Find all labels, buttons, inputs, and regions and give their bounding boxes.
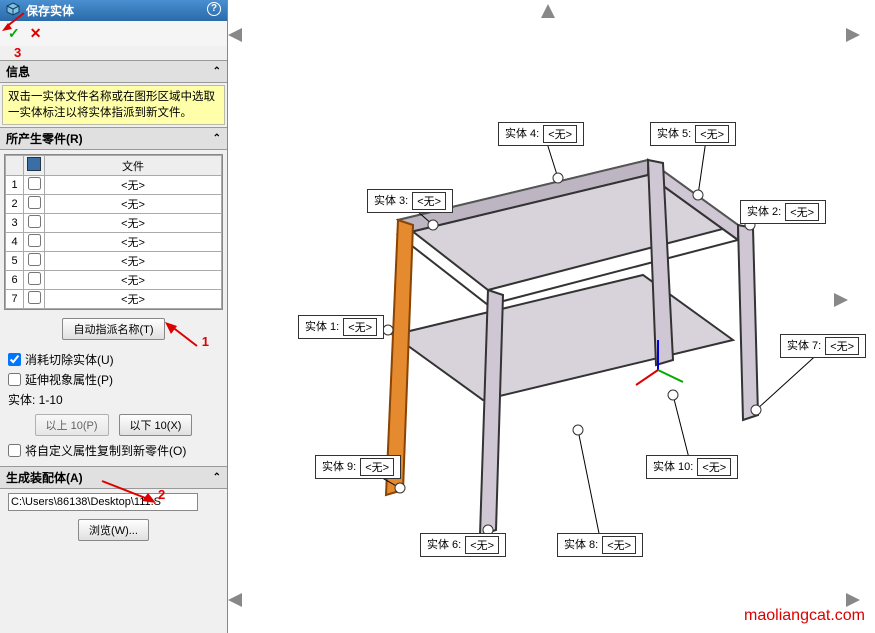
- extend-visual-checkbox[interactable]: 延伸视象属性(P): [8, 371, 219, 388]
- row-file[interactable]: <无>: [45, 214, 222, 233]
- body-callout[interactable]: 实体 3:<无>: [367, 189, 453, 213]
- row-checkbox[interactable]: [28, 177, 41, 190]
- red-arrow-1: [163, 320, 199, 348]
- body-callout[interactable]: 实体 1:<无>: [298, 315, 384, 339]
- callout-label: 实体 9:: [322, 458, 356, 476]
- callout-value[interactable]: <无>: [602, 536, 636, 554]
- body-callout[interactable]: 实体 6:<无>: [420, 533, 506, 557]
- collapse-icon[interactable]: ⌃: [213, 66, 221, 77]
- row-checkbox[interactable]: [28, 291, 41, 304]
- body-callout[interactable]: 实体 10:<无>: [646, 455, 738, 479]
- panel-header: 保存实体 ?: [0, 0, 227, 21]
- body-callout[interactable]: 实体 9:<无>: [315, 455, 401, 479]
- graphics-viewport[interactable]: 实体 1:<无>实体 2:<无>实体 3:<无>实体 4:<无>实体 5:<无>…: [228, 0, 875, 633]
- info-message: 双击一实体文件名称或在图形区域中选取一实体标注以将实体指派到新文件。: [2, 85, 225, 125]
- callout-label: 实体 3:: [374, 192, 408, 210]
- table-row[interactable]: 1 <无>: [6, 176, 222, 195]
- watermark: maoliangcat.com: [744, 607, 865, 625]
- row-file[interactable]: <无>: [45, 233, 222, 252]
- row-file[interactable]: <无>: [45, 290, 222, 309]
- row-file[interactable]: <无>: [45, 271, 222, 290]
- callout-value[interactable]: <无>: [697, 458, 731, 476]
- help-icon[interactable]: ?: [207, 2, 221, 16]
- cancel-button[interactable]: ✕: [30, 25, 42, 42]
- callout-label: 实体 6:: [427, 536, 461, 554]
- row-file[interactable]: <无>: [45, 252, 222, 271]
- file-table: 文件 1 <无> 2 <无> 3 <无> 4 <无> 5 <无> 6 <无> 7 <无>: [4, 154, 223, 310]
- table-row[interactable]: 7 <无>: [6, 290, 222, 309]
- confirm-bar: ✓ ✕ 3: [0, 21, 227, 46]
- row-index: 5: [6, 252, 24, 271]
- copy-props-input[interactable]: [8, 444, 21, 457]
- parts-section-header: 所产生零件(R) ⌃: [0, 127, 227, 150]
- next-10-button[interactable]: 以下 10(X): [119, 414, 193, 436]
- extend-visual-input[interactable]: [8, 373, 21, 386]
- body-callout[interactable]: 实体 7:<无>: [780, 334, 866, 358]
- col-file: 文件: [45, 156, 222, 176]
- row-checkbox[interactable]: [28, 272, 41, 285]
- row-index: 4: [6, 233, 24, 252]
- callout-value[interactable]: <无>: [695, 125, 729, 143]
- row-file[interactable]: <无>: [45, 176, 222, 195]
- info-title: 信息: [6, 63, 30, 80]
- consume-cut-checkbox[interactable]: 消耗切除实体(U): [8, 351, 219, 368]
- browse-button[interactable]: 浏览(W)...: [78, 519, 149, 541]
- body-callout[interactable]: 实体 8:<无>: [557, 533, 643, 557]
- table-row[interactable]: 3 <无>: [6, 214, 222, 233]
- consume-cut-input[interactable]: [8, 353, 21, 366]
- row-index: 3: [6, 214, 24, 233]
- red-arrow-3: [0, 11, 28, 31]
- auto-assign-name-button[interactable]: 自动指派名称(T): [62, 318, 164, 340]
- red-arrow-2: [100, 479, 160, 503]
- callout-value[interactable]: <无>: [343, 318, 377, 336]
- collapse-icon[interactable]: ⌃: [213, 472, 221, 483]
- row-index: 7: [6, 290, 24, 309]
- row-file[interactable]: <无>: [45, 195, 222, 214]
- body-count-label: 实体: 1-10: [8, 391, 219, 408]
- table-row[interactable]: 6 <无>: [6, 271, 222, 290]
- info-section-header: 信息 ⌃: [0, 60, 227, 83]
- table-row[interactable]: 2 <无>: [6, 195, 222, 214]
- row-checkbox[interactable]: [28, 234, 41, 247]
- callout-value[interactable]: <无>: [825, 337, 859, 355]
- callout-label: 实体 4:: [505, 125, 539, 143]
- table-row[interactable]: 4 <无>: [6, 233, 222, 252]
- callout-label: 实体 5:: [657, 125, 691, 143]
- prev-10-button[interactable]: 以上 10(P): [35, 414, 109, 436]
- callout-value[interactable]: <无>: [785, 203, 819, 221]
- row-checkbox[interactable]: [28, 253, 41, 266]
- callout-label: 实体 10:: [653, 458, 693, 476]
- assembly-title: 生成装配体(A): [6, 469, 83, 486]
- parts-title: 所产生零件(R): [6, 130, 83, 147]
- panel-title: 保存实体: [26, 2, 74, 19]
- callout-label: 实体 8:: [564, 536, 598, 554]
- row-checkbox[interactable]: [28, 215, 41, 228]
- body-callout[interactable]: 实体 5:<无>: [650, 122, 736, 146]
- callout-value[interactable]: <无>: [543, 125, 577, 143]
- row-checkbox[interactable]: [28, 196, 41, 209]
- annotation-2: 2: [158, 487, 165, 502]
- disk-icon: [27, 157, 41, 171]
- copy-props-checkbox[interactable]: 将自定义属性复制到新零件(O): [8, 442, 219, 459]
- callout-label: 实体 7:: [787, 337, 821, 355]
- property-panel: 保存实体 ? ✓ ✕ 3 信息 ⌃ 双击一实体文件名称或在图形区域中选取一实体标…: [0, 0, 228, 633]
- col-index: [6, 156, 24, 176]
- row-index: 6: [6, 271, 24, 290]
- callout-value[interactable]: <无>: [465, 536, 499, 554]
- body-callout[interactable]: 实体 2:<无>: [740, 200, 826, 224]
- callout-value[interactable]: <无>: [412, 192, 446, 210]
- annotation-3: 3: [14, 45, 21, 60]
- callout-value[interactable]: <无>: [360, 458, 394, 476]
- collapse-icon[interactable]: ⌃: [213, 133, 221, 144]
- callout-label: 实体 1:: [305, 318, 339, 336]
- callout-label: 实体 2:: [747, 203, 781, 221]
- annotation-1: 1: [202, 334, 209, 349]
- body-callout[interactable]: 实体 4:<无>: [498, 122, 584, 146]
- table-row[interactable]: 5 <无>: [6, 252, 222, 271]
- row-index: 1: [6, 176, 24, 195]
- row-index: 2: [6, 195, 24, 214]
- col-save-icon: [24, 156, 45, 176]
